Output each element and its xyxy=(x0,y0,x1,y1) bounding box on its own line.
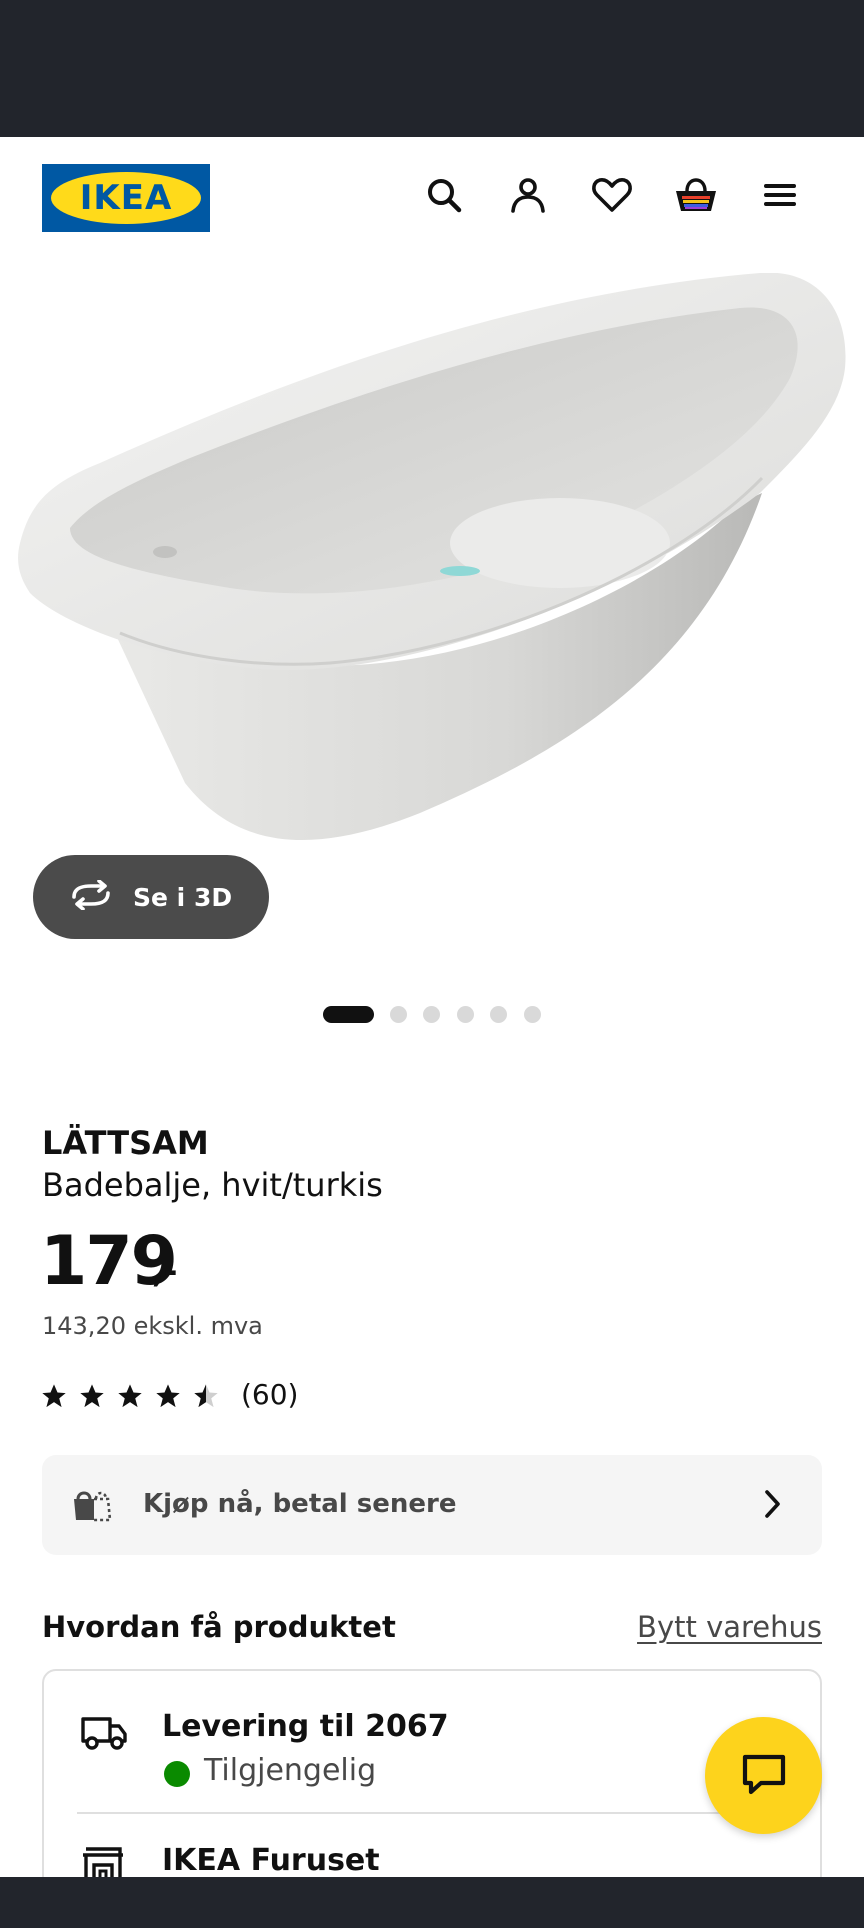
account-icon[interactable] xyxy=(504,171,552,219)
system-navigation-bar xyxy=(0,1877,864,1928)
star-full-icon xyxy=(154,1380,192,1412)
chat-button[interactable] xyxy=(705,1717,822,1834)
status-bar xyxy=(0,0,864,137)
buy-now-pay-later-label: Kjøp nå, betal senere xyxy=(143,1489,457,1519)
menu-icon[interactable] xyxy=(756,171,804,219)
view-3d-label: Se i 3D xyxy=(133,882,233,912)
star-full-icon xyxy=(78,1380,116,1412)
shopping-bag-clock-icon xyxy=(70,1485,114,1527)
buy-now-pay-later-banner[interactable]: Kjøp nå, betal senere xyxy=(42,1455,822,1555)
star-full-icon xyxy=(116,1380,154,1412)
star-half-icon xyxy=(192,1380,230,1412)
carousel-dot[interactable] xyxy=(457,1006,474,1023)
price-excl-vat: 143,20 ekskl. mva xyxy=(42,1312,263,1340)
logo-text: IKEA xyxy=(79,178,173,218)
star-full-icon xyxy=(40,1380,78,1412)
cart-icon[interactable] xyxy=(672,171,720,219)
carousel-dot[interactable] xyxy=(524,1006,541,1023)
rating-stars[interactable] xyxy=(40,1380,230,1412)
delivery-truck-icon xyxy=(80,1713,128,1757)
view-3d-button[interactable]: Se i 3D xyxy=(33,855,269,939)
image-carousel-dots xyxy=(0,1004,864,1024)
store-name[interactable]: IKEA Furuset xyxy=(162,1843,380,1878)
review-count[interactable]: (60) xyxy=(241,1378,298,1411)
rotate-3d-icon xyxy=(69,879,113,914)
price-suffix: ,- xyxy=(152,1252,178,1290)
favourites-icon[interactable] xyxy=(588,171,636,219)
site-header: IKEA xyxy=(0,137,864,273)
carousel-dot[interactable] xyxy=(423,1006,440,1023)
carousel-dot[interactable] xyxy=(390,1006,407,1023)
carousel-dot[interactable] xyxy=(490,1006,507,1023)
product-description: Badebalje, hvit/turkis xyxy=(42,1166,383,1204)
change-store-link[interactable]: Bytt varehus xyxy=(637,1610,822,1644)
logo-oval: IKEA xyxy=(51,172,201,224)
chevron-right-icon xyxy=(762,1487,784,1525)
ikea-logo[interactable]: IKEA xyxy=(42,164,210,232)
card-divider xyxy=(77,1812,792,1814)
delivery-status: Tilgjengelig xyxy=(204,1753,377,1788)
search-icon[interactable] xyxy=(420,171,468,219)
delivery-title[interactable]: Levering til 2067 xyxy=(162,1709,449,1744)
availability-heading: Hvordan få produktet xyxy=(42,1610,396,1644)
product-name: LÄTTSAM xyxy=(42,1124,209,1162)
chat-bubble-icon xyxy=(741,1753,787,1799)
available-status-dot xyxy=(164,1761,190,1787)
carousel-dot-active[interactable] xyxy=(323,1006,374,1023)
